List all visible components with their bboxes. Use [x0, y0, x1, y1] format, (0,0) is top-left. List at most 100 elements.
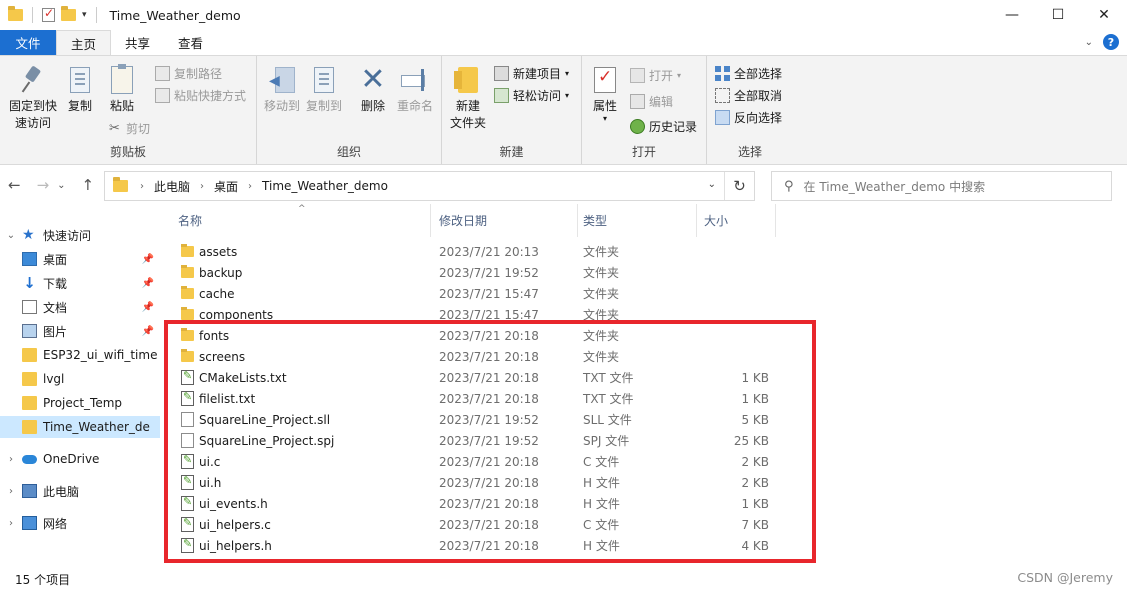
nav-network[interactable]: › 网络 [0, 512, 160, 534]
nav-item-esp32[interactable]: ESP32_ui_wifi_time [0, 344, 160, 366]
table-row[interactable]: ui_events.h 2023/7/21 20:18 H 文件 1 KB [173, 493, 793, 514]
tab-home[interactable]: 主页 [56, 30, 112, 55]
column-header-date[interactable]: 修改日期 [435, 204, 578, 237]
chevron-down-icon[interactable]: ⌄ [57, 180, 65, 194]
column-header-size[interactable]: 大小 [698, 204, 776, 237]
file-type: H 文件 [583, 476, 620, 490]
nav-item-time-weather[interactable]: Time_Weather_de [0, 416, 160, 438]
help-icon[interactable]: ? [1103, 34, 1119, 50]
table-row[interactable]: backup 2023/7/21 19:52 文件夹 [173, 262, 793, 283]
nav-quick-access[interactable]: ⌄ ★ 快速访问 [0, 224, 160, 246]
chevron-right-icon[interactable]: › [4, 454, 18, 465]
table-row[interactable]: components 2023/7/21 15:47 文件夹 [173, 304, 793, 325]
table-row[interactable]: ui_helpers.h 2023/7/21 20:18 H 文件 4 KB [173, 535, 793, 556]
nav-item-pictures[interactable]: 图片 📌 [0, 320, 160, 342]
network-icon [22, 516, 37, 530]
copy-path-button[interactable]: 复制路径 [155, 63, 222, 83]
chevron-right-icon[interactable]: › [200, 181, 204, 192]
minimize-button[interactable]: — [989, 0, 1035, 30]
table-row[interactable]: ui.c 2023/7/21 20:18 C 文件 2 KB [173, 451, 793, 472]
back-arrow-icon[interactable]: ← [8, 176, 21, 194]
paste-shortcut-button[interactable]: 粘贴快捷方式 [155, 85, 246, 105]
breadcrumb-current[interactable]: Time_Weather_demo [262, 179, 388, 193]
table-row[interactable]: SquareLine_Project.spj 2023/7/21 19:52 SPJ… [173, 430, 793, 451]
column-header-name[interactable]: 名称 [173, 204, 431, 237]
new-item-button[interactable]: 新建项目 ▾ [494, 63, 569, 83]
ribbon: 固定到快 速访问 复制 粘贴 复制路径 粘贴快捷方式 ✂ 剪切 剪贴板 移动到 [0, 55, 1127, 165]
document-icon [22, 300, 37, 314]
table-row[interactable]: filelist.txt 2023/7/21 20:18 TXT 文件 1 KB [173, 388, 793, 409]
delete-button[interactable]: ✕ 删除 [355, 64, 391, 115]
breadcrumb-this-pc[interactable]: 此电脑 [154, 178, 190, 195]
history-button[interactable]: 历史记录 [630, 116, 697, 136]
forward-arrow-icon[interactable]: → [37, 176, 50, 194]
chevron-down-icon[interactable]: ▾ [82, 10, 87, 20]
paste-button[interactable]: 粘贴 [104, 64, 140, 115]
file-date: 2023/7/21 20:18 [439, 475, 539, 490]
file-name: ui_events.h [199, 496, 268, 511]
address-bar[interactable]: › 此电脑 › 桌面 › Time_Weather_demo ⌄ ↻ [104, 171, 755, 201]
table-row[interactable]: CMakeLists.txt 2023/7/21 20:18 TXT 文件 1 KB [173, 367, 793, 388]
nav-onedrive[interactable]: › OneDrive [0, 448, 160, 470]
up-arrow-icon[interactable]: ↑ [82, 176, 95, 194]
table-row[interactable]: SquareLine_Project.sll 2023/7/21 19:52 SLL… [173, 409, 793, 430]
folder-icon [181, 244, 194, 257]
select-all-icon [715, 65, 730, 81]
pin-quick-access-button[interactable]: 固定到快 速访问 [6, 64, 60, 132]
chevron-right-icon[interactable]: › [4, 486, 18, 497]
copy-to-button[interactable]: 复制到 [303, 64, 345, 115]
file-icon [181, 495, 194, 511]
chevron-right-icon[interactable]: › [140, 181, 144, 192]
maximize-button[interactable]: ☐ [1035, 0, 1081, 30]
refresh-icon[interactable]: ↻ [724, 172, 754, 200]
open-button[interactable]: 打开 ▾ [630, 65, 681, 85]
cut-button[interactable]: ✂ 剪切 [107, 118, 150, 138]
pin-icon[interactable]: 📌 [142, 254, 154, 265]
new-folder-icon[interactable] [61, 6, 76, 21]
move-to-button[interactable]: 移动到 [261, 64, 303, 115]
properties-icon[interactable] [42, 6, 55, 22]
file-type: C 文件 [583, 518, 620, 532]
chevron-down-icon[interactable]: ⌄ [1085, 37, 1093, 48]
nav-item-desktop[interactable]: 桌面 📌 [0, 248, 160, 270]
pin-icon[interactable]: 📌 [142, 326, 154, 337]
select-all-button[interactable]: 全部选择 [715, 63, 782, 83]
tab-share[interactable]: 共享 [111, 30, 164, 55]
clipboard-icon [111, 64, 133, 94]
select-none-button[interactable]: 全部取消 [715, 85, 782, 105]
nav-item-downloads[interactable]: ↓ 下载 📌 [0, 272, 160, 294]
status-bar: 15 个项目 CSDN @Jeremy [0, 566, 1127, 593]
chevron-right-icon[interactable]: › [4, 518, 18, 529]
table-row[interactable]: ui_helpers.c 2023/7/21 20:18 C 文件 7 KB [173, 514, 793, 535]
chevron-down-icon[interactable]: ⌄ [708, 179, 716, 190]
easy-access-button[interactable]: 轻松访问 ▾ [494, 85, 569, 105]
breadcrumb-desktop[interactable]: 桌面 [214, 178, 238, 195]
table-row[interactable]: cache 2023/7/21 15:47 文件夹 [173, 283, 793, 304]
invert-selection-button[interactable]: 反向选择 [715, 107, 782, 127]
group-label-new: 新建 [499, 145, 524, 159]
edit-button[interactable]: 编辑 [630, 91, 673, 111]
table-row[interactable]: fonts 2023/7/21 20:18 文件夹 [173, 325, 793, 346]
pin-icon[interactable]: 📌 [142, 278, 154, 289]
chevron-down-icon[interactable]: ⌄ [4, 230, 18, 241]
nav-this-pc[interactable]: › 此电脑 [0, 480, 160, 502]
rename-button[interactable]: 重命名 [393, 64, 437, 115]
tab-view[interactable]: 查看 [164, 30, 217, 55]
properties-button[interactable]: 属性 ▾ [590, 64, 620, 123]
search-input[interactable]: ⚲ 在 Time_Weather_demo 中搜索 [771, 171, 1112, 201]
nav-item-lvgl[interactable]: lvgl [0, 368, 160, 390]
copy-button[interactable]: 复制 [62, 64, 98, 115]
table-row[interactable]: assets 2023/7/21 20:13 文件夹 [173, 241, 793, 262]
column-header-type[interactable]: 类型 [579, 204, 697, 237]
file-type: 文件夹 [583, 350, 620, 364]
nav-item-documents[interactable]: 文档 📌 [0, 296, 160, 318]
close-button[interactable]: ✕ [1081, 0, 1127, 30]
invert-selection-icon [715, 109, 730, 125]
chevron-right-icon[interactable]: › [248, 181, 252, 192]
table-row[interactable]: ui.h 2023/7/21 20:18 H 文件 2 KB [173, 472, 793, 493]
new-folder-button[interactable]: 新建 文件夹 [448, 64, 488, 132]
tab-file[interactable]: 文件 [0, 30, 56, 55]
nav-item-project-temp[interactable]: Project_Temp [0, 392, 160, 414]
pin-icon[interactable]: 📌 [142, 302, 154, 313]
table-row[interactable]: screens 2023/7/21 20:18 文件夹 [173, 346, 793, 367]
